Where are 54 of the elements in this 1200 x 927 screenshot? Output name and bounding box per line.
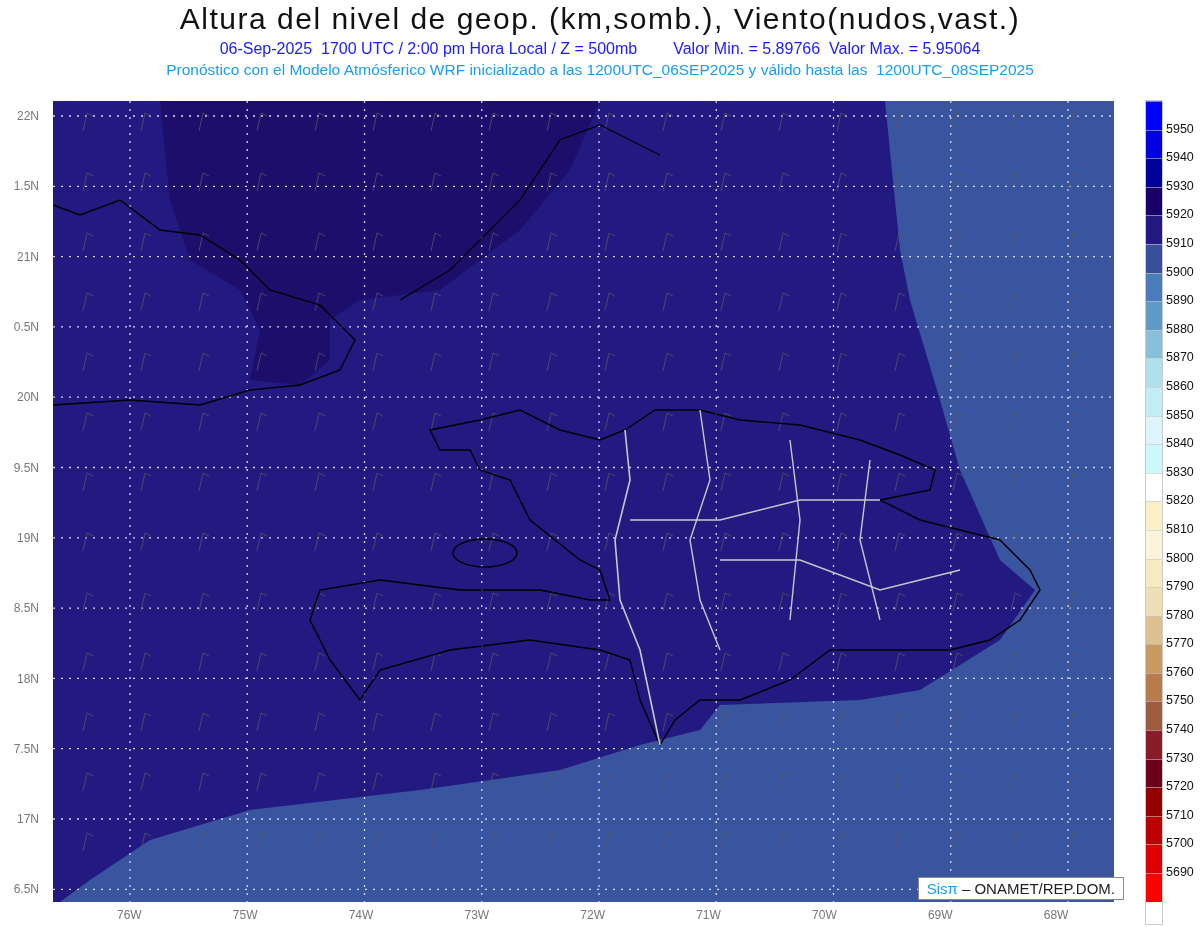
latitude-label: 6.5N [13,882,39,897]
scale-value: 5860 [1166,378,1194,393]
credit-logo: Sisπ [926,880,958,897]
scale-value: 5820 [1166,493,1194,508]
latitude-label: 17N [17,812,39,827]
scale-value: 5800 [1166,550,1194,565]
latitude-label: 1.5N [13,179,39,194]
scale-value: 5740 [1166,722,1194,737]
scale-value: 5770 [1166,636,1194,651]
scale-value: 5720 [1166,779,1194,794]
chart-subtitle: 06-Sep-2025 1700 UTC / 2:00 pm Hora Local / Z = 500mb [219,40,638,58]
scale-value: 5890 [1166,293,1194,308]
scale-value: 5700 [1166,836,1194,851]
longitude-label: 76W [116,908,142,922]
credit-text: – ONAMET/REP.DOM. [961,880,1115,897]
scale-value: 5850 [1166,407,1194,422]
scale-value: 5880 [1166,321,1194,336]
latitude-label: 19N [17,530,39,545]
scale-value: 5900 [1166,264,1194,279]
scale-value: 5930 [1166,178,1194,193]
scale-value: 5940 [1166,150,1194,165]
latitude-label: 8.5N [13,601,39,616]
latitude-label: 22N [17,109,39,124]
longitude-label: 74W [348,908,374,922]
scale-value: 5790 [1166,579,1194,594]
latitude-label: 0.5N [13,320,39,335]
longitude-label: 71W [696,908,721,922]
scale-value: 5920 [1166,207,1194,222]
latitude-label: 21N [17,249,39,264]
scale-value: 5750 [1166,693,1194,708]
scale-value: 5710 [1166,807,1194,822]
forecast-note: Pronóstico con el Modelo Atmósferico WRF inicializado a las 1200UTC_06SEP2025 y válido hasta las 1200UTC_08SEP2025 [166,61,1034,79]
scale-value: 5910 [1166,235,1194,250]
value-range: Valor Min. = 5.89766 Valor Max. = 5.95064 [673,40,981,58]
longitude-label: 68W [1043,908,1069,922]
latitude-label: 18N [17,671,39,686]
scale-value: 5730 [1166,750,1194,765]
scale-value: 5760 [1166,664,1194,679]
longitude-label: 73W [464,908,490,922]
latitude-label: 7.5N [13,741,39,756]
latitude-label: 20N [17,390,39,405]
longitude-label: 75W [232,908,258,922]
longitude-label: 70W [812,908,837,922]
scale-value: 5810 [1166,521,1194,536]
scale-value: 5840 [1166,436,1194,451]
scale-value: 5870 [1166,350,1194,365]
scale-value: 5950 [1166,121,1194,136]
scale-value: 5690 [1166,865,1194,880]
chart-title: Altura del nivel de geop. (km,somb.), Viento(nudos,vast.) [179,2,1021,36]
longitude-label: 72W [580,908,606,922]
latitude-label: 9.5N [13,460,39,475]
scale-value: 5830 [1166,464,1194,479]
longitude-label: 69W [927,908,953,922]
scale-value: 5780 [1166,607,1194,622]
